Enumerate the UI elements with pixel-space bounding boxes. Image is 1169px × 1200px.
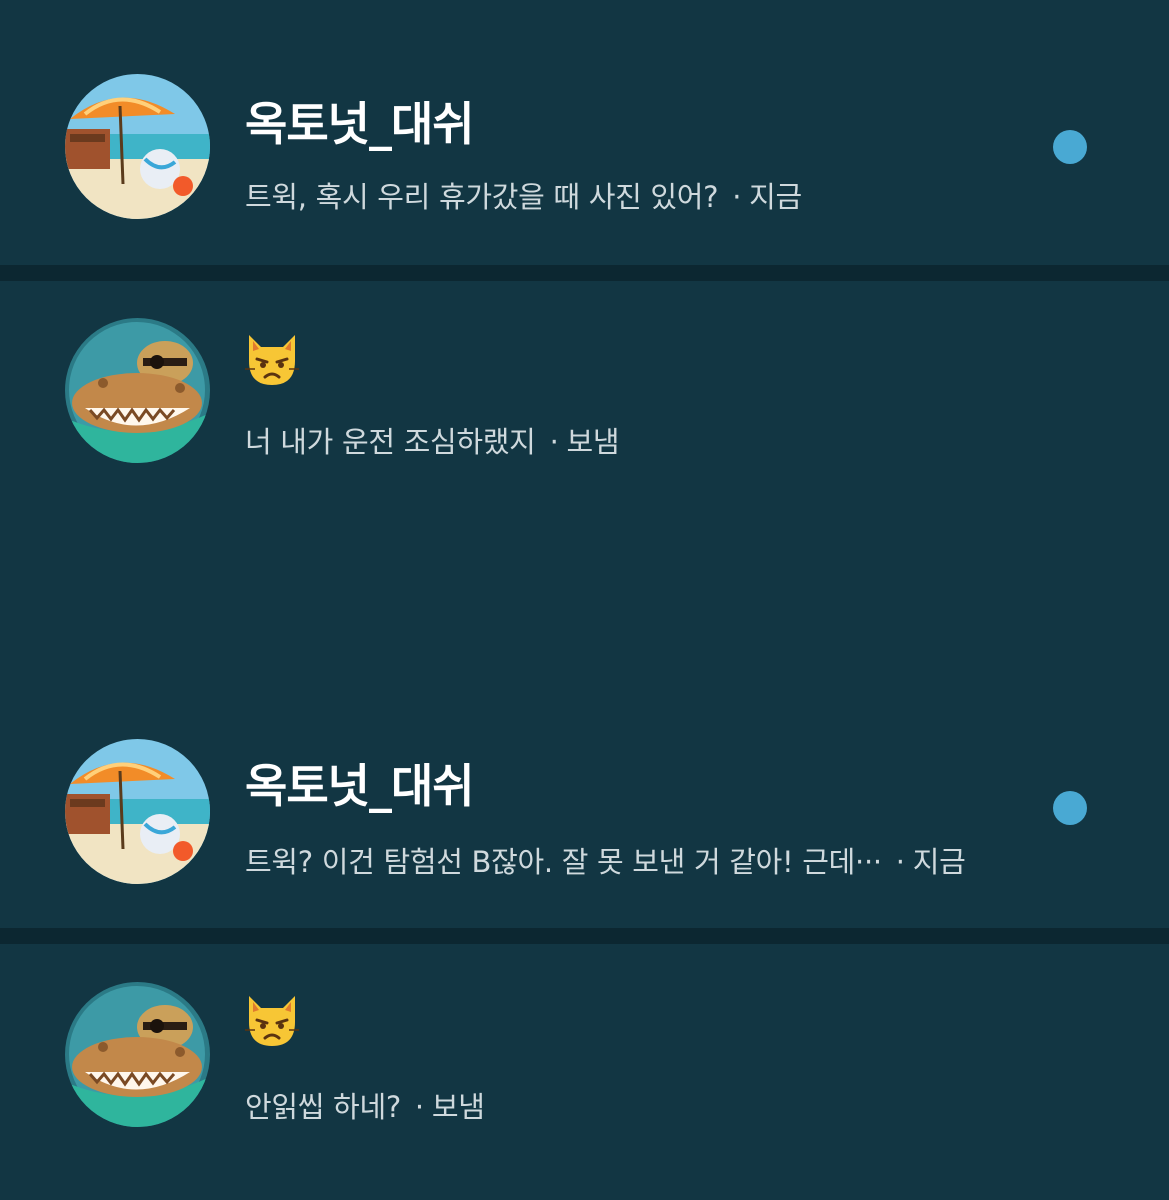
separator-dot: · [549,425,559,459]
row-divider [0,265,1169,281]
message-preview: 안읽씹 하네? · 보냄 [245,1084,485,1126]
row-divider [0,928,1169,944]
pouting-cat-emoji-icon: 😾 [243,331,301,387]
conversation-row[interactable]: 😾 너 내가 운전 조심하랬지 ·보냄 [0,281,1169,681]
beach-umbrella-avatar-icon[interactable] [65,739,210,884]
separator-dot: · [895,845,905,879]
separator-dot: · [414,1090,424,1124]
beach-umbrella-avatar-icon[interactable] [65,74,210,219]
unread-dot-icon [1053,791,1087,825]
message-preview: 너 내가 운전 조심하랬지 · 보냄 [245,419,620,461]
message-preview: 트윅? 이건 탐험선 B잖아. 잘 못 보낸 거 같아! 근데··· · 지금 [245,839,966,881]
message-preview: 트윅, 혹시 우리 휴가갔을 때 사진 있어? · 지금 [245,174,802,216]
status-text: 지금 [749,180,802,214]
pirate-cat-avatar-icon[interactable] [65,982,210,1127]
conversation-name: 옥토넛_대쉬 [245,759,475,813]
status-text: 지금 [912,845,966,879]
preview-text: 트윅, 혹시 우리 휴가갔을 때 사진 있어? [245,180,719,214]
pirate-cat-avatar-icon[interactable] [65,318,210,463]
preview-text: 안읽씹 하네? [245,1090,401,1124]
conversation-name: 옥토넛_대쉬 [245,97,475,151]
status-text: 보냄 [566,425,620,459]
pouting-cat-emoji-icon: 😾 [243,992,301,1048]
conversation-row[interactable]: 옥토넛_대쉬 트윅? 이건 탐험선 B잖아. 잘 못 보낸 거 같아! 근데··… [0,681,1169,928]
status-text: 보냄 [431,1090,485,1124]
unread-dot-icon [1053,130,1087,164]
separator-dot: · [732,180,742,214]
preview-text: 트윅? 이건 탐험선 B잖아. 잘 못 보낸 거 같아! 근데··· [245,845,882,879]
conversation-row[interactable]: 옥토넛_대쉬 트윅, 혹시 우리 휴가갔을 때 사진 있어? · 지금 [0,0,1169,265]
conversation-row[interactable]: 😾 안읽씹 하네? ·보냄 [0,944,1169,1200]
preview-text: 너 내가 운전 조심하랬지 [245,425,536,459]
